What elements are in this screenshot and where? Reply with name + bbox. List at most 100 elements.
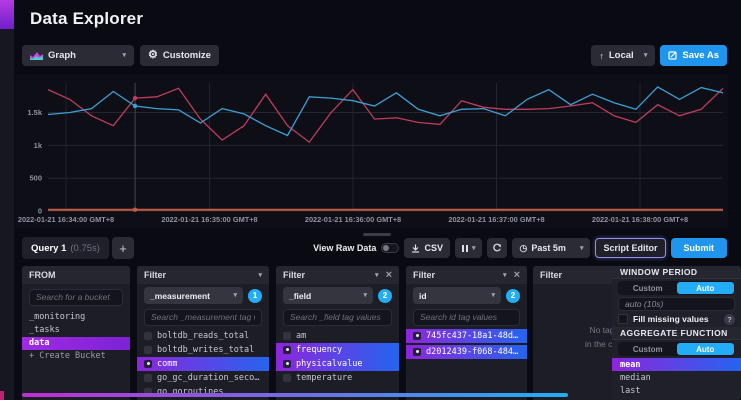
filter-panel-title: Filter (283, 270, 305, 280)
aggregate-function-item[interactable]: last (612, 384, 741, 397)
close-icon[interactable]: × (386, 270, 392, 281)
tag-value-list: boltdb_reads_total boltdb_writes_totalcom… (137, 329, 269, 400)
bucket-list: _monitoring_tasksdata+ Create Bucket (22, 311, 130, 363)
custom-option[interactable]: Custom (619, 343, 677, 355)
aggregate-function-item[interactable]: mean (612, 358, 741, 371)
checkbox-icon (283, 374, 291, 382)
tag-value-row[interactable]: boltdb_reads_total (137, 329, 269, 343)
tag-key-value: _measurement (150, 291, 210, 301)
tag-value-row[interactable]: go_gc_duration_seconds (137, 371, 269, 385)
clock-icon: ◷ (519, 244, 527, 253)
selected-count-badge: 2 (506, 289, 520, 303)
bucket-item[interactable]: data (22, 337, 130, 350)
checkbox-icon (144, 332, 152, 340)
window-period-input[interactable]: auto (10s) (618, 297, 735, 311)
nav-rail[interactable] (0, 0, 14, 400)
bucket-search-input[interactable] (29, 289, 123, 306)
close-icon[interactable]: × (514, 270, 520, 281)
auto-option[interactable]: Auto (677, 343, 735, 355)
tag-value-row[interactable]: am (276, 329, 399, 343)
tag-value-row[interactable]: comm (137, 357, 269, 371)
chevron-down-icon[interactable]: ▾ (503, 272, 507, 279)
tag-key-select[interactable]: _field ▾ (283, 287, 373, 304)
query-tab[interactable]: Query 1 (0.75s) (22, 237, 109, 259)
filter-panel-header[interactable]: Filter ▾ × (276, 266, 399, 284)
refresh-icon (492, 243, 502, 253)
chart-grid (48, 83, 723, 211)
tag-key-select[interactable]: _measurement ▾ (144, 287, 243, 304)
view-raw-data-toggle[interactable] (381, 243, 399, 253)
checkbox-icon (283, 346, 291, 354)
tag-value-label: boltdb_reads_total (157, 331, 249, 341)
script-editor-button[interactable]: Script Editor (595, 238, 665, 258)
tag-key-select[interactable]: id ▾ (413, 287, 501, 304)
chevron-down-icon: ▾ (122, 52, 126, 59)
customize-button[interactable]: ⚙ Customize (140, 45, 219, 66)
checkbox-icon (413, 332, 421, 340)
fill-missing-values-label: Fill missing values (633, 314, 719, 324)
tag-value-label: am (296, 331, 306, 341)
y-tick-label: 1k (34, 141, 43, 150)
tag-value-list: am frequency physicalvaluetemperature (276, 329, 399, 385)
submit-button[interactable]: Submit (671, 238, 728, 258)
filter-panel-header[interactable]: Filter ▾ (137, 266, 269, 284)
filter-panel-measurement: Filter ▾ _measurement ▾ 1 boltdb_reads_t… (137, 266, 269, 400)
tag-value-row[interactable]: physicalvalue (276, 357, 399, 371)
refresh-button[interactable] (487, 238, 507, 258)
tag-value-label: 745fc437-18a1-48d7-98a6-7… (426, 331, 520, 341)
resize-handle[interactable] (363, 233, 391, 236)
tag-value-label: frequency (296, 345, 342, 355)
tag-value-row[interactable]: temperature (276, 371, 399, 385)
tag-value-search-input[interactable] (144, 309, 262, 326)
save-as-button[interactable]: Save As (660, 45, 727, 66)
auto-option[interactable]: Auto (677, 282, 735, 294)
crosshair-dot-orange (133, 208, 137, 212)
tag-value-row[interactable]: d2012439-f068-4842-bfef-8… (406, 345, 527, 359)
bucket-item[interactable]: _tasks (22, 324, 130, 337)
time-series-chart[interactable]: 05001k1.5k2022-01-21 16:34:00 GMT+82022-… (15, 75, 728, 227)
tag-value-row[interactable]: frequency (276, 343, 399, 357)
filter-panel-header[interactable]: Filter ▾ × (406, 266, 527, 284)
y-tick-label: 500 (29, 174, 42, 183)
bucket-item[interactable]: + Create Bucket (22, 350, 130, 363)
filter-panel-title: Filter (144, 270, 166, 280)
local-dropdown[interactable]: ↑ Local ▾ (591, 45, 655, 66)
series-blue (48, 87, 723, 136)
visualization-type-dropdown[interactable]: Graph ▾ (22, 45, 134, 66)
influxdb-logo[interactable] (0, 0, 14, 29)
selected-count-badge: 1 (248, 289, 262, 303)
tag-value-search-input[interactable] (413, 309, 520, 326)
aggregate-function-item[interactable]: median (612, 371, 741, 384)
bucket-item[interactable]: _monitoring (22, 311, 130, 324)
tag-value-search-input[interactable] (283, 309, 392, 326)
chevron-down-icon[interactable]: ▾ (258, 272, 262, 279)
custom-option[interactable]: Custom (619, 282, 677, 294)
chevron-down-icon: ▾ (472, 245, 476, 252)
query-tab-name: Query 1 (31, 243, 66, 254)
x-tick-label: 2022-01-21 16:37:00 GMT+8 (448, 215, 544, 224)
csv-label: CSV (424, 243, 443, 253)
checkbox-icon (144, 374, 152, 382)
save-as-icon (668, 51, 677, 60)
horizontal-scrollbar[interactable] (22, 393, 568, 397)
checkbox-icon (283, 332, 291, 340)
view-raw-data-label: View Raw Data (313, 243, 376, 253)
help-icon[interactable]: ? (724, 314, 735, 325)
csv-download-button[interactable]: CSV (404, 238, 450, 258)
aggregate-mode-toggle: Custom Auto (618, 342, 735, 356)
filter-panel-title: Filter (413, 270, 435, 280)
tag-value-label: comm (157, 359, 177, 369)
query-toolbar: Query 1 (0.75s) + View Raw Data CSV ▾ (22, 237, 727, 259)
tag-key-value: id (419, 291, 427, 301)
selected-count-badge: 2 (378, 289, 392, 303)
tag-value-row[interactable]: boltdb_writes_total (137, 343, 269, 357)
chevron-down-icon: ▾ (233, 292, 237, 299)
add-query-button[interactable]: + (112, 237, 134, 259)
chevron-down-icon[interactable]: ▾ (375, 272, 379, 279)
fill-missing-values-checkbox[interactable] (618, 314, 628, 324)
from-panel-header[interactable]: FROM (22, 266, 130, 284)
pause-dropdown-button[interactable]: ▾ (455, 238, 483, 258)
tag-value-row[interactable]: 745fc437-18a1-48d7-98a6-7… (406, 329, 527, 343)
time-range-dropdown[interactable]: ◷ Past 5m ▾ (512, 238, 590, 258)
pause-icon (462, 245, 468, 252)
